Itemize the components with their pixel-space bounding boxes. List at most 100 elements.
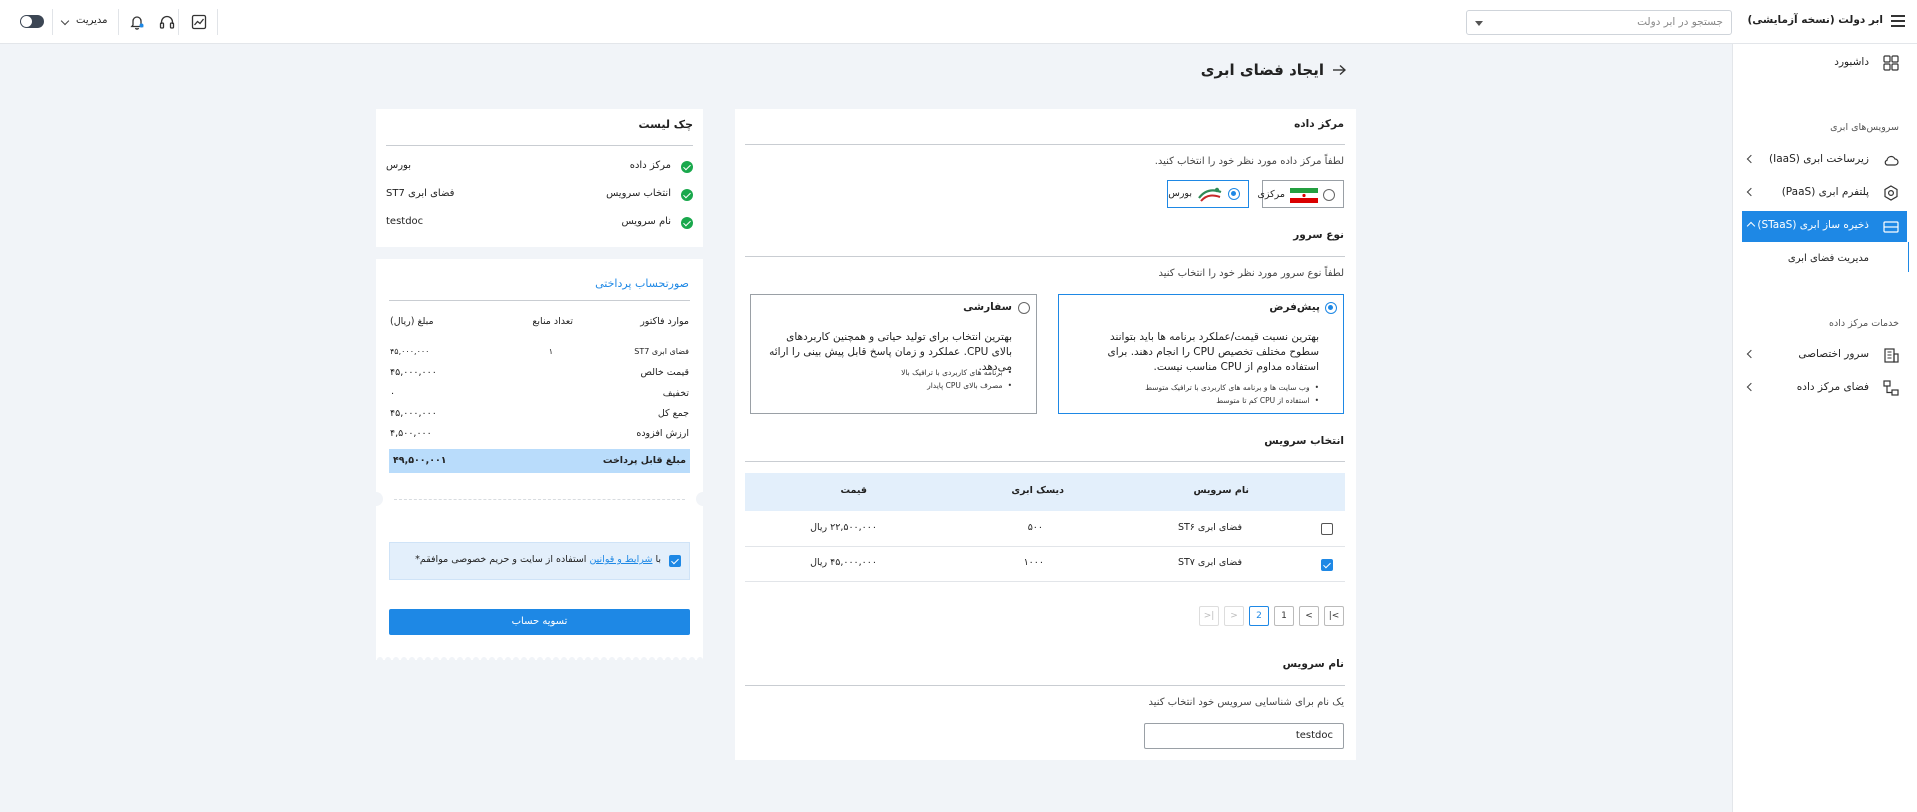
chevron-icon xyxy=(1746,187,1756,197)
radio-bourse[interactable] xyxy=(1228,188,1240,200)
pagination-page[interactable]: 1 xyxy=(1274,606,1294,626)
disk-cell: ۱۰۰۰ xyxy=(1023,557,1044,568)
scallop xyxy=(385,657,391,660)
scallop xyxy=(553,657,559,660)
gear-icon xyxy=(1884,185,1898,201)
pagination-prev[interactable]: < xyxy=(1224,606,1244,626)
chevron-down-icon[interactable] xyxy=(60,16,70,26)
terms-link[interactable]: شرایط و قوانین xyxy=(589,554,652,565)
service-name-input[interactable]: testdoc xyxy=(1144,723,1344,749)
scallop xyxy=(609,657,615,660)
divider xyxy=(52,9,53,35)
ticket-scallop-edge xyxy=(377,657,703,660)
ticket-notch xyxy=(369,492,383,506)
invoice-title: صورتحساب پرداختی xyxy=(595,277,689,290)
feature-bullet: وب سایت ها و برنامه های کاربردی با ترافی… xyxy=(1145,383,1319,392)
feature-bullet: برنامه های کاربردی با ترافیک بالا xyxy=(901,368,1012,377)
invoice-row-value: ۴,۵۰۰,۰۰۰ xyxy=(390,428,432,439)
sidebar-item-dashboard[interactable]: داشبورد xyxy=(1732,49,1917,77)
scallop xyxy=(409,657,415,660)
storage-icon xyxy=(1883,221,1899,233)
scallop xyxy=(561,657,567,660)
scallop xyxy=(601,657,607,660)
datacenter-option-central[interactable]: مرکزی xyxy=(1257,180,1344,208)
scallop xyxy=(433,657,439,660)
bourse-logo-icon xyxy=(1198,187,1222,202)
sidebar-item-dc-space[interactable]: فضای مرکز داده xyxy=(1732,374,1917,402)
scallop xyxy=(417,657,423,660)
server-type-card-default[interactable]: پیش‌فرض بهترین نسبت قیمت/عملکرد برنامه ه… xyxy=(1058,294,1344,414)
scallop xyxy=(697,657,703,660)
pagination-page-current[interactable]: 2 xyxy=(1249,606,1269,626)
server-type-card-custom[interactable]: سفارشی بهترین انتخاب برای تولید حیاتی و … xyxy=(750,294,1037,414)
divider xyxy=(386,145,693,146)
page-header: ایجاد فضای ابری xyxy=(1201,61,1346,79)
pagination-first[interactable]: >| xyxy=(1324,606,1344,626)
sidebar-item-iaas[interactable]: زیرساخت ابری (IaaS) xyxy=(1732,146,1917,174)
theme-toggle[interactable] xyxy=(20,15,44,28)
chevron-down-icon xyxy=(1475,21,1483,26)
iran-flag-icon xyxy=(1290,188,1318,203)
table-row[interactable]: فضای ابری ST۶ ۵۰۰ ۲۲,۵۰۰,۰۰۰ ریال xyxy=(745,511,1345,547)
radio-central[interactable] xyxy=(1323,189,1335,201)
scallop xyxy=(497,657,503,660)
scallop xyxy=(569,657,575,660)
scallop xyxy=(513,657,519,660)
service-name-value: testdoc xyxy=(1295,730,1333,741)
server-type-desc: بهترین نسبت قیمت/عملکرد برنامه ها باید ب… xyxy=(1107,331,1320,373)
headset-icon[interactable] xyxy=(159,14,175,30)
check-circle-icon xyxy=(681,217,693,229)
building-icon xyxy=(1884,348,1899,363)
scallop xyxy=(641,657,647,660)
row-checkbox[interactable] xyxy=(1321,523,1333,535)
radio-custom[interactable] xyxy=(1018,302,1030,314)
table-row[interactable]: فضای ابری ST۷ ۱۰۰۰ ۴۵,۰۰۰,۰۰۰ ریال xyxy=(745,547,1345,582)
invoice-row-value: ۴۵,۰۰۰,۰۰۰ xyxy=(390,367,437,378)
terms-checkbox[interactable] xyxy=(669,555,681,567)
row-checkbox[interactable] xyxy=(1321,559,1333,571)
scallop xyxy=(377,657,383,660)
scallop xyxy=(505,657,511,660)
service-name-cell: فضای ابری ST۷ xyxy=(1177,557,1242,568)
sidebar-item-dedicated[interactable]: سرور اختصاصی xyxy=(1732,341,1917,369)
chart-icon[interactable] xyxy=(191,14,207,30)
chevron-icon xyxy=(1746,382,1756,392)
service-name-cell: فضای ابری ST۶ xyxy=(1177,522,1242,533)
sidebar: داشبورد سرویس‌های ابری زیرساخت ابری (Iaa… xyxy=(1732,44,1917,812)
scallop xyxy=(441,657,447,660)
pagination-last[interactable]: |< xyxy=(1199,606,1219,626)
table-header: نام سرویس دیسک ابری قیمت xyxy=(745,473,1345,511)
menu-icon[interactable] xyxy=(1891,15,1905,27)
radio-default[interactable] xyxy=(1325,302,1337,314)
datacenter-option-bourse[interactable]: بورس xyxy=(1167,180,1249,208)
divider xyxy=(217,9,218,35)
invoice-panel: صورتحساب پرداختی موارد فاکتور تعداد مناب… xyxy=(369,259,710,660)
scallop xyxy=(465,657,471,660)
price-cell: ۲۲,۵۰۰,۰۰۰ ریال xyxy=(810,522,877,533)
bell-icon[interactable] xyxy=(129,14,145,30)
create-form-panel: مرکز داده لطفاً مرکز داده مورد نظر خود ر… xyxy=(735,109,1356,760)
pay-button[interactable]: تسویه حساب xyxy=(389,609,690,635)
feature-bullet: استفاده از CPU کم تا متوسط xyxy=(1216,396,1319,405)
server-type-title: پیش‌فرض xyxy=(1269,301,1320,313)
scallop xyxy=(681,657,687,660)
checklist-panel: چک لیست مرکز داده بورس انتخاب سرویس فضای… xyxy=(376,109,703,247)
sidebar-subitem-cloud-space[interactable]: مدیریت فضای ابری xyxy=(1788,253,1869,264)
column-header: نام سرویس xyxy=(1193,485,1249,496)
scallop xyxy=(577,657,583,660)
scallop xyxy=(593,657,599,660)
invoice-item-amount: ۴۵,۰۰۰,۰۰۰ xyxy=(390,347,430,356)
pagination-next[interactable]: > xyxy=(1299,606,1319,626)
sidebar-item-staas[interactable]: ذخیره ساز ابری (STaaS) xyxy=(1742,211,1907,242)
scallop xyxy=(649,657,655,660)
back-arrow-icon[interactable] xyxy=(1332,64,1346,76)
terms-post: استفاده از سایت و حریم خصوصی موافقم* xyxy=(415,554,587,565)
management-menu[interactable]: مدیریت xyxy=(76,15,108,26)
server-type-hint: لطفاً نوع سرور مورد نظر خود را انتخاب کن… xyxy=(1158,268,1344,279)
section-title-dc: خدمات مرکز داده xyxy=(1829,318,1899,329)
scallop xyxy=(585,657,591,660)
sidebar-item-paas[interactable]: پلتفرم ابری (PaaS) xyxy=(1732,179,1917,207)
search-input[interactable]: جستجو در ابر دولت xyxy=(1466,10,1732,35)
scallop xyxy=(537,657,543,660)
scallop xyxy=(529,657,535,660)
